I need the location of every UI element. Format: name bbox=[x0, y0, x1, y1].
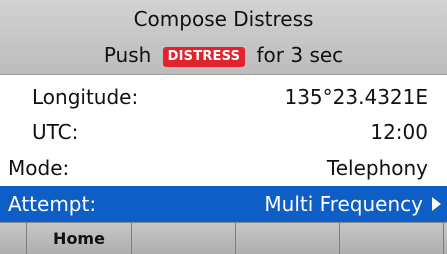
page-title: Compose Distress bbox=[133, 7, 314, 31]
compose-distress-screen: Compose Distress Push DISTRESS for 3 sec… bbox=[0, 0, 447, 254]
instruction-prefix: Push bbox=[103, 43, 152, 67]
softkey-bar: Home bbox=[0, 222, 447, 254]
softkey-bar-edge bbox=[443, 223, 447, 254]
longitude-label: Longitude: bbox=[32, 85, 139, 109]
utc-row[interactable]: UTC: 12:00 bbox=[0, 114, 447, 150]
utc-value: 12:00 bbox=[370, 120, 428, 144]
utc-label: UTC: bbox=[32, 120, 79, 144]
longitude-row[interactable]: Longitude: 135°23.4321E bbox=[0, 79, 447, 115]
mode-value: Telephony bbox=[326, 156, 428, 180]
triangle-right-icon[interactable] bbox=[432, 197, 441, 211]
softkey-2[interactable] bbox=[131, 223, 235, 254]
mode-label: Mode: bbox=[8, 156, 70, 180]
header: Compose Distress Push DISTRESS for 3 sec bbox=[0, 0, 447, 75]
instruction-suffix: for 3 sec bbox=[256, 43, 344, 67]
attempt-value: Multi Frequency bbox=[264, 192, 423, 216]
softkey-4[interactable] bbox=[339, 223, 443, 254]
mode-row[interactable]: Mode: Telephony bbox=[0, 150, 447, 186]
attempt-label: Attempt: bbox=[8, 192, 97, 216]
attempt-row-selected[interactable]: Attempt: Multi Frequency bbox=[0, 186, 447, 222]
distress-instruction: Push DISTRESS for 3 sec bbox=[0, 42, 447, 68]
longitude-value: 135°23.4321E bbox=[284, 85, 428, 109]
distress-key-badge: DISTRESS bbox=[162, 47, 246, 67]
softkey-home[interactable]: Home bbox=[26, 223, 131, 254]
softkey-3[interactable] bbox=[235, 223, 339, 254]
